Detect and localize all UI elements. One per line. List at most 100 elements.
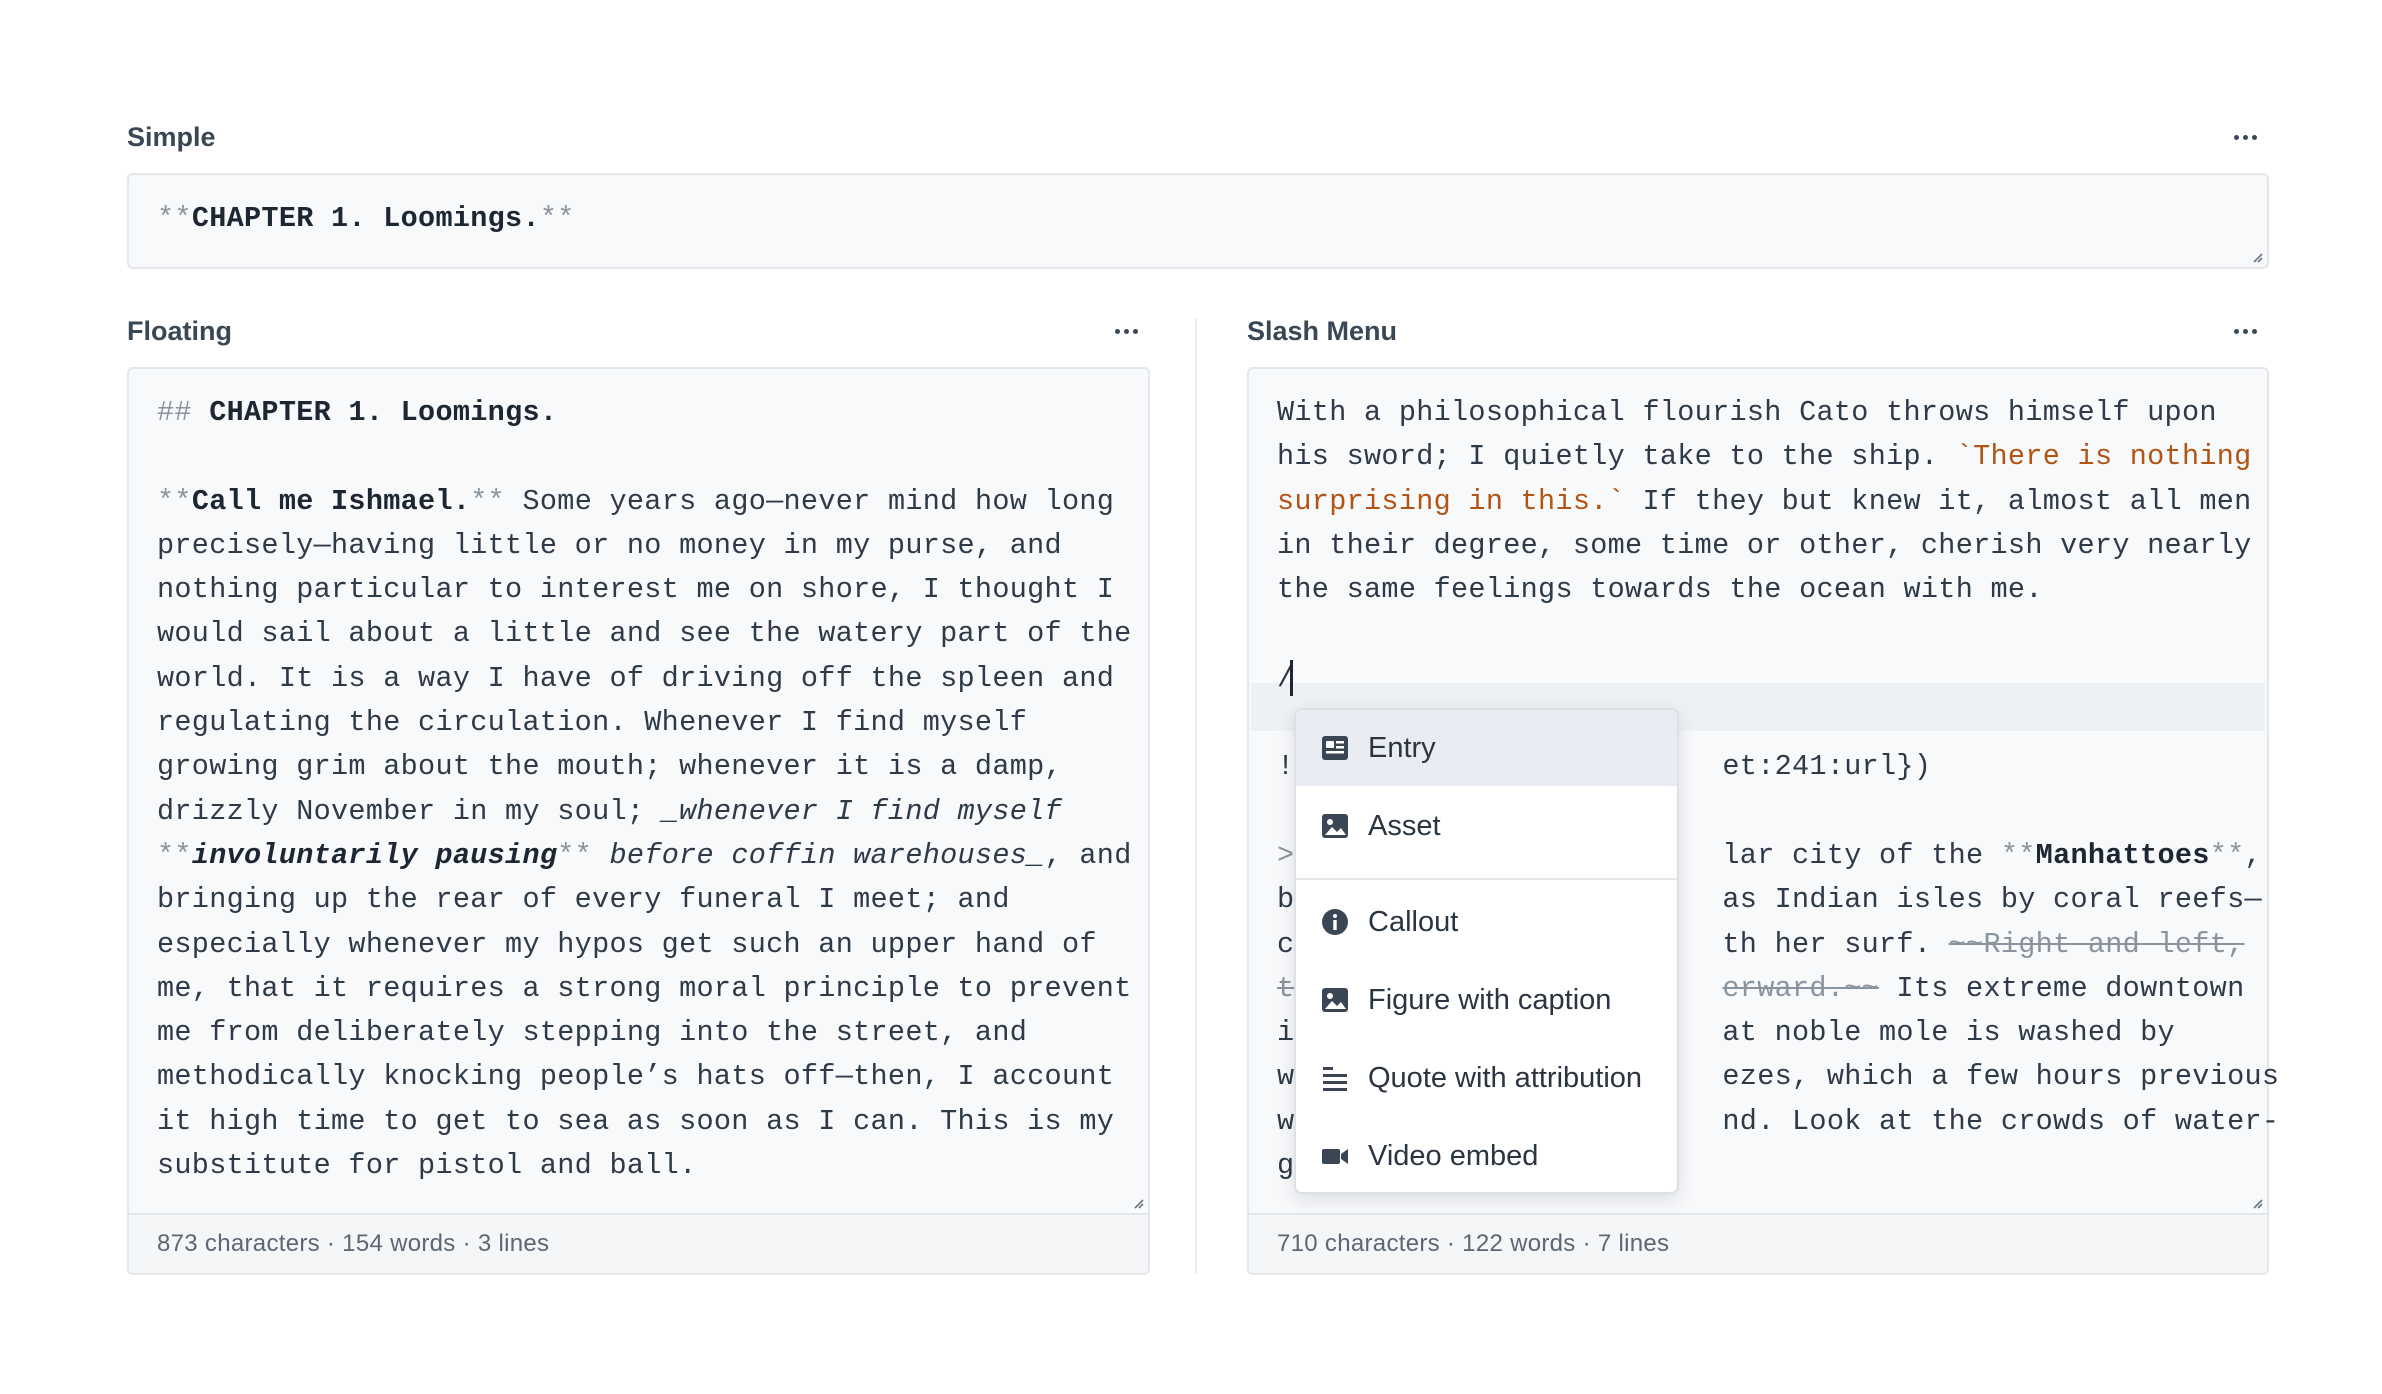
bold-marker: ** xyxy=(2209,838,2245,872)
editor-line: **Call me Ishmael.** Some years ago—neve… xyxy=(157,480,1128,524)
bold-marker: ** xyxy=(557,838,593,872)
slash-menu-label: Slash Menu xyxy=(1247,316,1398,346)
menu-item-label: Entry xyxy=(1368,731,1436,764)
italic-text: before coffin warehouses_ xyxy=(592,838,1045,872)
editor-stats: 710 characters · 122 words · 7 lines xyxy=(1277,1230,1670,1257)
bold-text: Manhattoes xyxy=(2035,838,2210,872)
line-text: Some years ago—never mind how long xyxy=(505,484,1115,518)
line-text: his sword; I quietly take to the ship. xyxy=(1277,440,1956,474)
more-dot-icon xyxy=(2251,328,2257,334)
bold-marker: ** xyxy=(539,202,575,235)
bold-text: CHAPTER 1. Loomings. xyxy=(191,202,540,235)
menu-item-callout[interactable]: Callout xyxy=(1296,884,1677,960)
bold-text: Call me Ishmael. xyxy=(191,484,471,518)
line-text: et:241:url}) xyxy=(1722,750,1932,784)
editor-line: regulating the circulation. Whenever I f… xyxy=(157,706,1028,740)
editor-line: surprising in this.` If they but knew it… xyxy=(1277,480,2251,524)
line-text: w xyxy=(1277,1060,1295,1094)
editor-line: his sword; I quietly take to the ship. `… xyxy=(1277,435,2251,479)
line-text: th her surf. xyxy=(1722,927,1949,961)
editor-line: ## CHAPTER 1. Loomings. xyxy=(157,391,1128,435)
more-dot-icon xyxy=(1132,328,1138,334)
resize-handle-icon[interactable] xyxy=(1132,1197,1144,1209)
floating-more-button[interactable] xyxy=(1106,316,1146,346)
editor-line: bringing up the rear of every funeral I … xyxy=(157,883,1010,917)
more-dot-icon xyxy=(2242,134,2248,140)
editor-line: the same feelings towards the ocean with… xyxy=(1277,573,2043,607)
line-text: ezes, which a few hours previous xyxy=(1722,1060,2280,1094)
editor-footer: 873 characters · 154 words · 3 lines xyxy=(129,1213,1148,1273)
menu-item-asset[interactable]: Asset xyxy=(1296,788,1677,864)
floating-label: Floating xyxy=(127,316,232,346)
more-dot-icon xyxy=(2251,134,2257,140)
menu-item-quote[interactable]: Quote with attribution xyxy=(1296,1040,1677,1116)
editor-line: especially whenever my hypos get such an… xyxy=(157,927,1097,961)
line-text: c xyxy=(1277,927,1295,961)
text-align-icon xyxy=(1323,1067,1347,1091)
bold-italic-text: involuntarily pausing xyxy=(191,838,558,872)
floating-editor[interactable]: ## CHAPTER 1. Loomings. **Call me Ishmae… xyxy=(127,367,1150,1275)
editor-line: nothing particular to interest me on sho… xyxy=(157,573,1115,607)
text-caret xyxy=(1290,660,1294,697)
blockquote-marker: > xyxy=(1277,838,1295,872)
menu-item-label: Figure with caption xyxy=(1368,983,1612,1016)
editor-stats: 873 characters · 154 words · 3 lines xyxy=(157,1230,550,1257)
simple-label: Simple xyxy=(127,122,216,152)
italic-text: _whenever I find myself xyxy=(661,794,1062,828)
line-text: ! xyxy=(1277,750,1295,784)
editor-line: me from deliberately stepping into the s… xyxy=(157,1016,1028,1050)
line-text: i xyxy=(1277,1016,1295,1050)
bold-marker: ** xyxy=(157,838,192,872)
slash-command-menu: Entry Asset Callout Figure with caption … xyxy=(1294,708,1679,1194)
editor-line: in their degree, some time or other, che… xyxy=(1277,528,2252,562)
editor-line: world. It is a way I have of driving off… xyxy=(157,661,1115,695)
video-camera-icon xyxy=(1322,1149,1348,1164)
editor-line: it high time to get to sea as soon as I … xyxy=(157,1104,1115,1138)
heading-text: CHAPTER 1. Loomings. xyxy=(209,396,558,429)
more-dot-icon xyxy=(2242,328,2248,334)
more-dot-icon xyxy=(1123,328,1129,334)
more-dot-icon xyxy=(1114,328,1120,334)
editor-footer: 710 characters · 122 words · 7 lines xyxy=(1249,1213,2267,1273)
line-text: at noble mole is washed by xyxy=(1722,1016,2175,1050)
line-text: g xyxy=(1277,1149,1295,1183)
resize-handle-icon[interactable] xyxy=(2251,1197,2263,1209)
editor-line: me, that it requires a strong moral prin… xyxy=(157,971,1132,1005)
simple-editor[interactable]: **CHAPTER 1. Loomings.** xyxy=(127,173,2269,269)
editor-line: drizzly November in my soul; _whenever I… xyxy=(157,790,1128,834)
simple-more-button[interactable] xyxy=(2225,122,2265,152)
strikethrough-text: t xyxy=(1277,971,1295,1005)
menu-item-entry[interactable]: Entry xyxy=(1296,710,1677,786)
line-text: drizzly November in my soul; xyxy=(157,794,662,828)
slash-more-button[interactable] xyxy=(2225,316,2265,346)
inline-code: `There is nothing xyxy=(1955,440,2252,474)
line-text: nd. Look at the crowds of water- xyxy=(1722,1104,2280,1138)
menu-item-video[interactable]: Video embed xyxy=(1296,1118,1677,1192)
bold-marker: ** xyxy=(157,484,192,518)
menu-item-figure[interactable]: Figure with caption xyxy=(1296,962,1677,1038)
resize-handle-icon[interactable] xyxy=(2251,251,2263,263)
editor-line: methodically knocking people’s hats off—… xyxy=(157,1060,1115,1094)
heading-marker: ## xyxy=(157,396,210,429)
more-dot-icon xyxy=(2233,328,2239,334)
editor-line: would sail about a little and see the wa… xyxy=(157,617,1132,651)
editor-line: precisely—having little or no money in m… xyxy=(157,528,1062,562)
menu-separator xyxy=(1296,878,1677,880)
menu-item-label: Asset xyxy=(1368,809,1441,842)
menu-item-label: Video embed xyxy=(1368,1139,1539,1172)
column-divider xyxy=(1195,318,1197,1274)
image-icon xyxy=(1322,988,1348,1012)
line-text: , xyxy=(2244,838,2262,872)
editor-line: substitute for pistol and ball. xyxy=(157,1149,697,1183)
info-icon xyxy=(1322,909,1348,935)
editor-line: With a philosophical flourish Cato throw… xyxy=(1277,396,2217,429)
bold-marker: ** xyxy=(157,202,192,235)
line-text: b xyxy=(1277,883,1295,917)
bold-marker: ** xyxy=(2000,838,2036,872)
line-text: Its extreme downtown xyxy=(1879,971,2245,1005)
strikethrough-text: ~~Right and left, xyxy=(1948,927,2245,961)
editor-line: **involuntarily pausing** before coffin … xyxy=(157,834,1131,878)
image-icon xyxy=(1322,814,1348,838)
